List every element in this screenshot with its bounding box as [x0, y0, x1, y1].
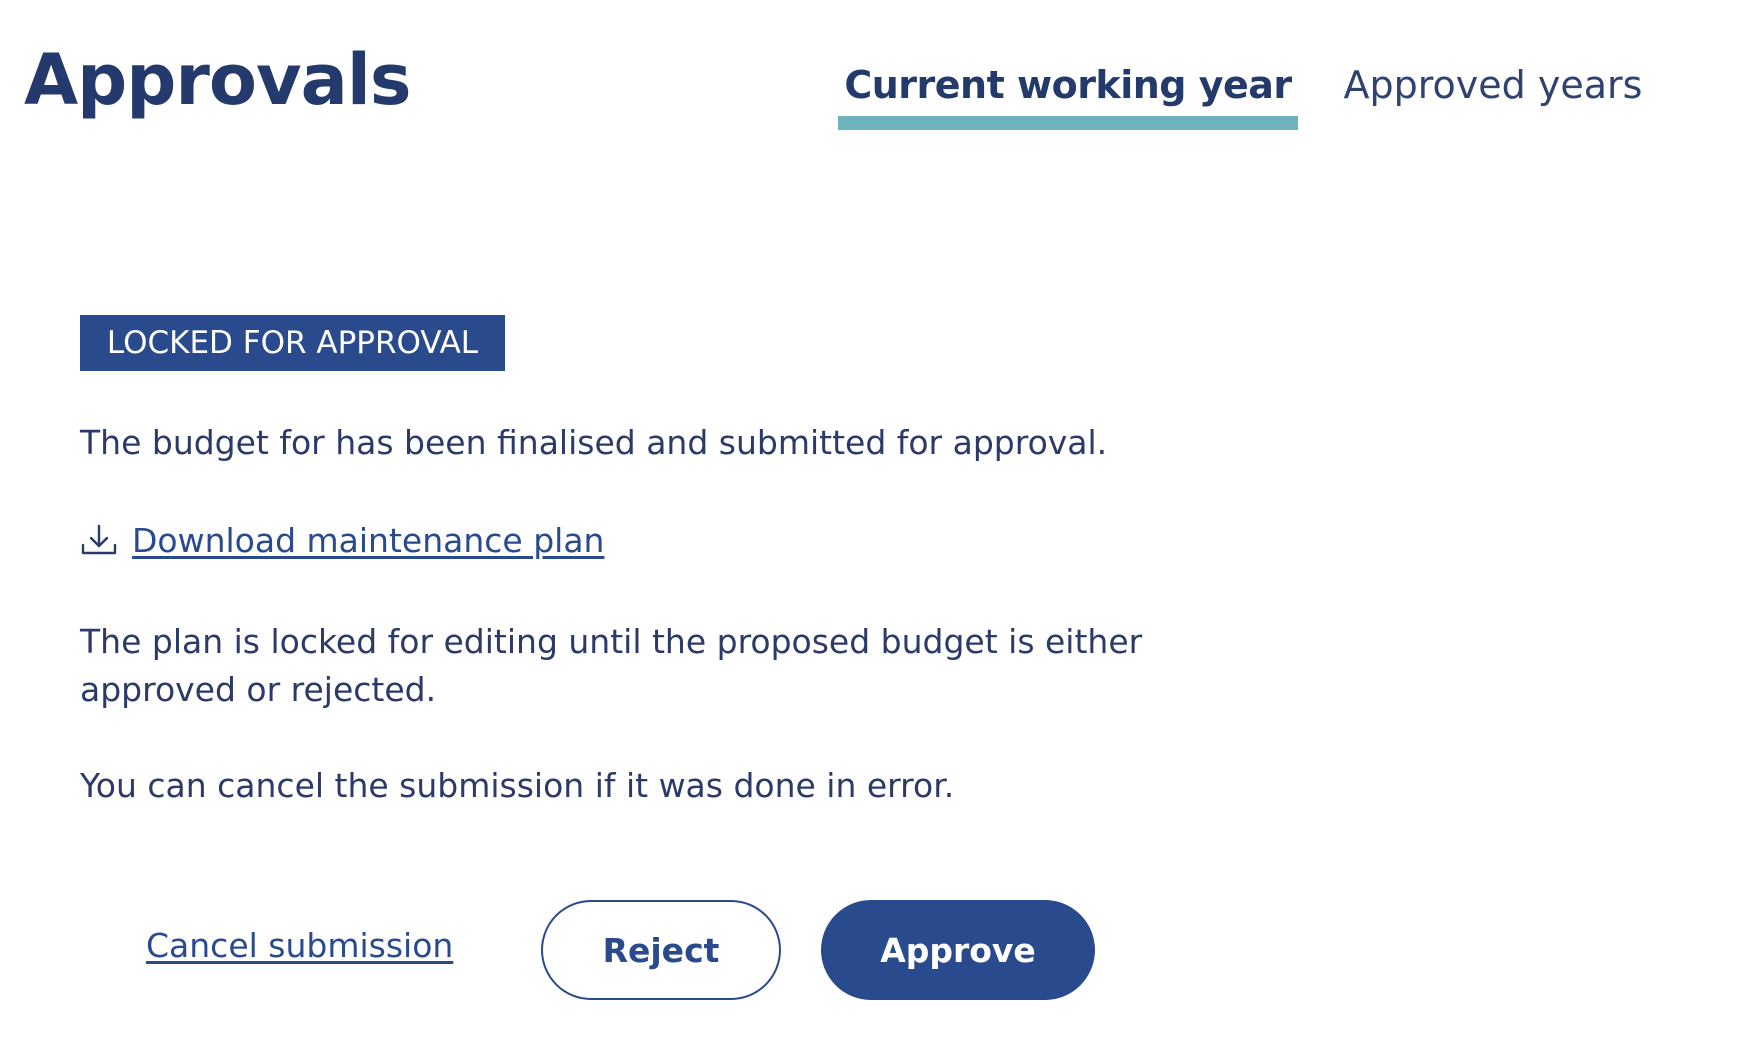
active-tab-indicator: [838, 116, 1298, 130]
locked-message: The plan is locked for editing until the…: [80, 622, 1143, 709]
action-bar: Cancel submission Reject Approve: [80, 900, 1180, 1000]
cancel-submission-link[interactable]: Cancel submission: [146, 926, 453, 965]
submitted-message: The budget for has been finalised and su…: [80, 423, 1108, 462]
tab-bar: Current working year Approved years: [838, 40, 1718, 130]
reject-button[interactable]: Reject: [541, 900, 781, 1000]
cancel-hint: You can cancel the submission if it was …: [80, 766, 955, 805]
approve-button[interactable]: Approve: [821, 900, 1095, 1000]
download-link-label[interactable]: Download maintenance plan: [132, 521, 604, 560]
tab-approved-years[interactable]: Approved years: [1328, 40, 1658, 130]
download-icon: [80, 523, 118, 557]
download-maintenance-plan-link[interactable]: Download maintenance plan: [80, 516, 604, 564]
page-title: Approvals: [24, 39, 412, 121]
status-badge: LOCKED FOR APPROVAL: [80, 315, 505, 371]
